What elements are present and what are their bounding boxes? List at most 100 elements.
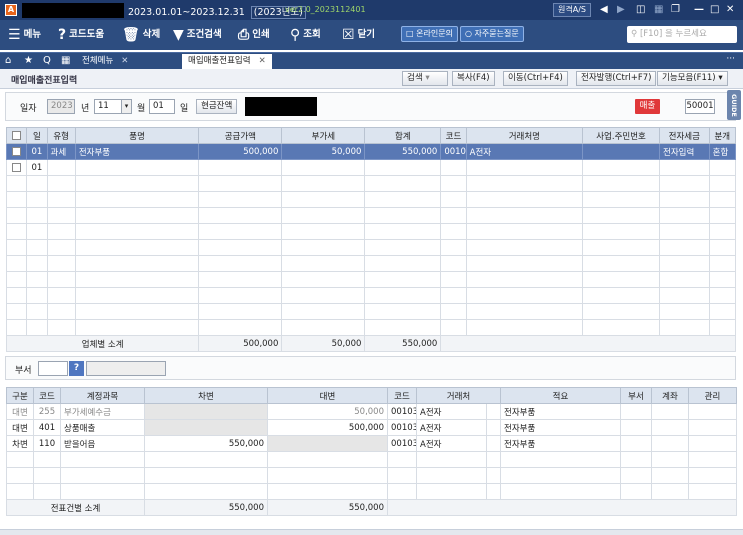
menu-button[interactable]: ☰ 메뉴	[8, 25, 41, 45]
table-row[interactable]: 01 과세 전자부품 500,000 50,000 550,000 00103 …	[5, 143, 737, 160]
code-help-button[interactable]: ? 코드도움	[58, 25, 104, 45]
cell-partner[interactable]: A전자	[416, 403, 487, 420]
table-row[interactable]	[5, 239, 737, 256]
arrow-right-icon[interactable]: ▶	[617, 3, 625, 16]
month-select[interactable]: 11 ▾	[94, 99, 132, 114]
cash-balance-button[interactable]: 현금잔액	[196, 99, 238, 114]
cell-type[interactable]: 과세	[46, 143, 76, 160]
department-code-input[interactable]	[38, 361, 68, 376]
cell-bizno[interactable]	[582, 143, 661, 160]
table-row[interactable]	[5, 287, 737, 304]
cell-division[interactable]: 대변	[6, 419, 34, 436]
cell-account-code[interactable]: 110	[33, 435, 61, 452]
cell-partner[interactable]: A전자	[416, 435, 487, 452]
table-row[interactable]	[5, 271, 737, 288]
row-checkbox[interactable]	[5, 143, 28, 160]
cell-memo[interactable]: 전자부품	[500, 403, 621, 420]
close-form-button[interactable]: ☒ 닫기	[342, 25, 375, 45]
cell-partner-code[interactable]: 00103	[387, 403, 417, 420]
cell-account-code[interactable]: 255	[33, 403, 61, 420]
lookup-button[interactable]: ⚲ 조회	[290, 25, 321, 45]
cell-code[interactable]	[440, 159, 467, 176]
table-row[interactable]: 01	[5, 159, 737, 176]
cell-journal[interactable]	[708, 159, 737, 176]
tab-all-menu[interactable]: 전체메뉴 ✕	[76, 54, 134, 70]
table-row[interactable]: 대변 401 상품매출 500,000 00103 A전자 전자부품	[6, 419, 737, 436]
cell-division[interactable]: 차변	[6, 435, 34, 452]
cell-partner[interactable]: A전자	[416, 419, 487, 436]
tab-sales-purchase-entry[interactable]: 매입매출전표입력 ✕	[182, 54, 272, 70]
cell-total[interactable]: 550,000	[364, 143, 442, 160]
cell-etax[interactable]	[659, 159, 710, 176]
cell-supply[interactable]	[198, 159, 283, 176]
table-row[interactable]	[5, 223, 737, 240]
print-button[interactable]: ⎙ 인쇄	[238, 25, 270, 45]
move-button[interactable]: 이동(Ctrl+F4)	[503, 71, 568, 86]
cell-partner[interactable]: A전자	[465, 143, 584, 160]
table-row[interactable]	[6, 451, 737, 468]
more-icon[interactable]: ···	[726, 54, 735, 64]
year-field[interactable]: 2023	[47, 99, 75, 114]
table-row[interactable]: 차변 110 받을어음 550,000 00103 A전자 전자부품	[6, 435, 737, 452]
search-icon[interactable]: Q	[43, 55, 51, 66]
cell-division[interactable]: 대변	[6, 403, 34, 420]
cell-memo[interactable]: 전자부품	[500, 419, 621, 436]
cell-account[interactable]: 받을어음	[60, 435, 145, 452]
cell-vat[interactable]: 50,000	[281, 143, 366, 160]
cell-day[interactable]: 01	[26, 143, 48, 160]
cell-account-code[interactable]: 401	[33, 419, 61, 436]
question-icon[interactable]: ?	[69, 361, 84, 376]
cell-partner[interactable]	[465, 159, 584, 176]
cell-vat[interactable]	[281, 159, 366, 176]
cell-item[interactable]	[74, 159, 200, 176]
online-inquiry-button[interactable]: □ 온라인문의	[401, 26, 458, 42]
remote-support-button[interactable]: 원격A/S	[553, 3, 591, 17]
cell-bizno[interactable]	[582, 159, 661, 176]
cell-credit[interactable]: 50,000	[267, 403, 388, 420]
guide-tab[interactable]: GUIDE	[727, 90, 741, 120]
cell-item[interactable]: 전자부품	[74, 143, 200, 160]
condition-search-button[interactable]: ▼ 조건검색	[173, 25, 222, 45]
e-issue-button[interactable]: 전자발행(Ctrl+F7)	[576, 71, 657, 86]
delete-button[interactable]: 🗑 삭제	[122, 25, 160, 45]
menu-search-input[interactable]: ⚲ [F10] 을 누르세요	[627, 26, 737, 43]
chevron-down-icon[interactable]: ▾	[121, 100, 131, 113]
cell-partner-code[interactable]: 00103	[387, 435, 417, 452]
cell-type[interactable]	[46, 159, 76, 176]
cell-account[interactable]: 상품매출	[60, 419, 145, 436]
cell-day[interactable]: 01	[26, 159, 48, 176]
table-row[interactable]	[5, 319, 737, 336]
cell-credit[interactable]	[267, 435, 388, 452]
table-row[interactable]	[5, 255, 737, 272]
arrow-left-icon[interactable]: ◀	[600, 3, 608, 16]
table-row[interactable]	[5, 175, 737, 192]
cell-journal[interactable]: 혼합	[708, 143, 737, 160]
features-button[interactable]: 기능모음(F11) ▾	[657, 71, 728, 86]
cell-debit[interactable]	[144, 419, 268, 436]
star-icon[interactable]: ★	[24, 55, 33, 66]
book-icon[interactable]: ◫	[636, 3, 645, 16]
faq-button[interactable]: ○ 자주묻는질문	[460, 26, 524, 42]
table-row[interactable]	[5, 207, 737, 224]
table-row[interactable]: 대변 255 부가세예수금 50,000 00103 A전자 전자부품	[6, 403, 737, 420]
select-all-checkbox[interactable]	[5, 127, 28, 144]
home-icon[interactable]: ⌂	[5, 55, 11, 66]
close-icon[interactable]: ✕	[726, 3, 734, 16]
table-row[interactable]	[5, 303, 737, 320]
search-button[interactable]: 검색 ▾	[402, 71, 448, 86]
cell-debit[interactable]: 550,000	[144, 435, 268, 452]
cell-etax[interactable]: 전자입력	[659, 143, 710, 160]
cell-account[interactable]: 부가세예수금	[60, 403, 145, 420]
minimize-icon[interactable]: —	[694, 3, 704, 16]
tab-close-icon[interactable]: ✕	[259, 56, 266, 66]
day-field[interactable]: 01	[149, 99, 175, 114]
row-checkbox[interactable]	[5, 159, 28, 176]
cell-debit[interactable]	[144, 403, 268, 420]
cell-memo[interactable]: 전자부품	[500, 435, 621, 452]
window-icon[interactable]: ❐	[671, 3, 680, 16]
table-row[interactable]	[6, 467, 737, 484]
voucher-code-field[interactable]: 50001	[685, 99, 715, 114]
table-row[interactable]	[6, 483, 737, 500]
copy-button[interactable]: 복사(F4)	[452, 71, 495, 86]
cell-code[interactable]: 00103	[440, 143, 467, 160]
